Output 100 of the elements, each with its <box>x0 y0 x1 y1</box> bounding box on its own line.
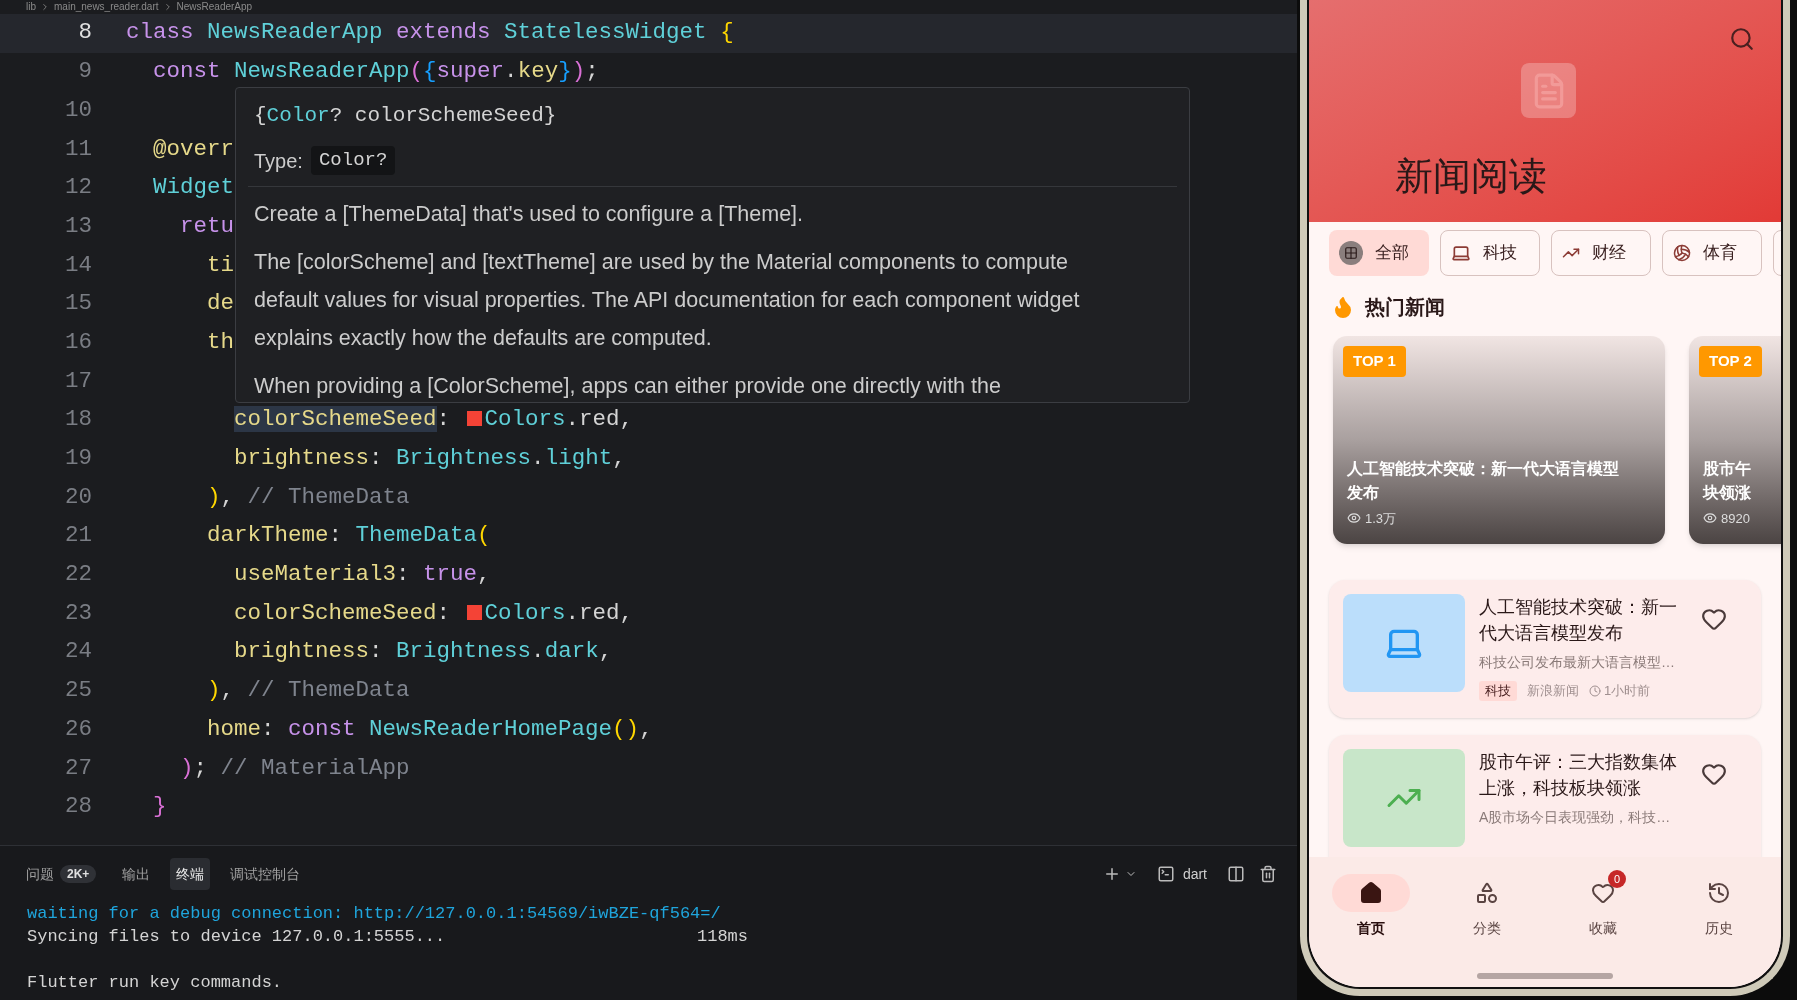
code-line: colorSchemeSeed: Colors.red, <box>233 598 634 628</box>
trash-icon[interactable] <box>1259 865 1277 883</box>
nav-item[interactable]: 分类 <box>1448 874 1526 939</box>
chevron-icon <box>40 2 50 12</box>
line-number: 15 <box>64 289 92 319</box>
line-number: 11 <box>64 134 92 164</box>
terminal-name[interactable]: dart <box>1182 863 1207 885</box>
code-line: brightness: Brightness.dark, <box>233 637 613 667</box>
line-number: 21 <box>64 521 92 551</box>
category-chip[interactable]: 体育 <box>1662 230 1762 276</box>
line-number: 12 <box>64 173 92 203</box>
line-number: 18 <box>64 405 92 435</box>
count-badge: 0 <box>1608 870 1626 888</box>
hot-news-card[interactable]: TOP 2 股市午 块领涨 8920 <box>1689 336 1781 544</box>
line-number: 27 <box>64 753 92 783</box>
breadcrumb-item[interactable]: main_news_reader.dart <box>54 1 159 13</box>
laptop-icon <box>1451 243 1471 263</box>
hot-news-card[interactable]: TOP 1 人工智能技术突破：新一代大语言模型 发布 1.3万 <box>1333 336 1665 544</box>
code-line: const NewsReaderApp({super.key}); <box>152 57 599 87</box>
line-number: 9 <box>77 57 92 87</box>
code-line: @overr <box>152 134 235 164</box>
doc-paragraph: When providing a [ColorScheme], apps can either provide one directly with the <box>254 372 1002 400</box>
rank-badge: TOP 1 <box>1343 346 1406 377</box>
line-number: 24 <box>64 637 92 667</box>
category-chip[interactable]: 财经 <box>1551 230 1651 276</box>
line-number: 26 <box>64 714 92 744</box>
home-icon <box>1359 881 1383 905</box>
category-tag: 科技 <box>1479 681 1517 701</box>
terminal-line: Flutter run key commands. <box>27 972 284 994</box>
terminal-line: Syncing files to device 127.0.0.1:5555... <box>27 926 447 948</box>
line-number: 25 <box>64 676 92 706</box>
line-number: 28 <box>64 792 92 822</box>
code-line: class NewsReaderApp extends StatelessWidget { <box>126 18 734 48</box>
clock-icon <box>1589 684 1601 697</box>
line-number: 13 <box>64 211 92 241</box>
code-line: ), // ThemeData <box>206 676 410 706</box>
type-label: Type: <box>254 148 303 174</box>
split-icon[interactable] <box>1227 865 1245 883</box>
rank-badge: TOP 2 <box>1699 346 1762 377</box>
eye-icon <box>1347 511 1361 526</box>
line-number: 8 <box>77 18 92 48</box>
type-value: Color? <box>310 146 396 175</box>
card-title: 人工智能技术突破：新一代大语言模型 <box>1346 458 1620 479</box>
line-number: 10 <box>64 95 92 125</box>
source-text: 新浪新闻 <box>1527 682 1579 700</box>
news-item[interactable]: 股市午评：三大指数集体上涨，科技板块领涨 A股市场今日表现强劲，科技… <box>1329 735 1761 857</box>
doc-paragraph: Create a [ThemeData] that's used to configure a [Theme]. <box>254 200 805 228</box>
panel-tab[interactable]: 终端 <box>170 858 211 890</box>
view-count: 1.3万 <box>1365 509 1397 528</box>
code-line: retu <box>179 211 235 241</box>
signature-text: {Color? colorSchemeSeed} <box>254 103 558 129</box>
count-badge: 2K+ <box>60 865 97 883</box>
line-number: 22 <box>64 560 92 590</box>
ball-icon <box>1673 244 1691 262</box>
card-title: 块领涨 <box>1701 482 1752 503</box>
timing-text: 118ms <box>697 926 748 948</box>
view-count: 8920 <box>1721 509 1750 528</box>
card-title: 股市午 <box>1702 458 1752 479</box>
line-number: 20 <box>64 482 92 512</box>
code-line: de <box>206 289 235 319</box>
news-summary: 科技公司发布最新大语言模型… <box>1479 653 1676 672</box>
code-line: Widget <box>152 173 235 203</box>
news-item[interactable]: 人工智能技术突破：新一代大语言模型发布 科技公司发布最新大语言模型… 科技 新浪新闻 1小时前 <box>1329 580 1761 718</box>
category-chip[interactable]: 全部 <box>1329 230 1429 276</box>
line-number: 23 <box>64 598 92 628</box>
search-icon[interactable] <box>1729 26 1755 52</box>
code-line: th <box>206 327 235 357</box>
shapes-icon <box>1475 881 1499 905</box>
news-summary: A股市场今日表现强劲，科技… <box>1479 808 1672 827</box>
breadcrumb-item[interactable]: lib <box>26 1 36 13</box>
line-number: 19 <box>64 444 92 474</box>
panel-tab[interactable]: 调试控制台 <box>224 858 307 890</box>
doc-paragraph: The [colorScheme] and [textTheme] are used by the Material components to compute default values for visual properties. The API documentation for each component widget explains exactly how the defaults are computed. <box>254 248 1081 352</box>
section-title: 热门新闻 <box>1365 295 1445 320</box>
panel-tab[interactable]: 输出 <box>116 858 157 890</box>
code-line: } <box>152 792 167 822</box>
code-line: colorSchemeSeed: Colors.red, <box>233 405 634 435</box>
code-line: brightness: Brightness.light, <box>233 444 626 474</box>
time-text: 1小时前 <box>1604 682 1651 700</box>
eye-icon <box>1703 511 1717 526</box>
category-chip[interactable]: 科技 <box>1440 230 1540 276</box>
grid-icon <box>1339 241 1363 265</box>
terminal-line: waiting for a debug connection: http://127.0.0.1:54569/iwBZE-qf564=/ <box>27 903 722 925</box>
heart-icon <box>1591 881 1615 905</box>
heart-icon[interactable] <box>1701 761 1727 787</box>
code-line: home: const NewsReaderHomePage(), <box>206 714 653 744</box>
heart-icon[interactable] <box>1701 606 1727 632</box>
code-line: ti <box>206 250 235 280</box>
line-number: 14 <box>64 250 92 280</box>
terminal-icon[interactable] <box>1156 865 1175 883</box>
history-icon <box>1707 881 1731 905</box>
news-title: 人工智能技术突破：新一代大语言模型发布 <box>1479 596 1678 645</box>
line-number: 17 <box>64 366 92 396</box>
app-title: 新闻阅读 <box>1395 154 1547 199</box>
card-title: 发布 <box>1346 482 1380 503</box>
breadcrumb-item[interactable]: NewsReaderApp <box>176 1 253 13</box>
nav-item[interactable]: 历史 <box>1680 874 1758 939</box>
news-title: 股市午评：三大指数集体上涨，科技板块领涨 <box>1479 751 1678 800</box>
code-line: useMaterial3: true, <box>233 560 491 590</box>
panel-tab[interactable]: 问题 2K+ <box>20 858 103 890</box>
